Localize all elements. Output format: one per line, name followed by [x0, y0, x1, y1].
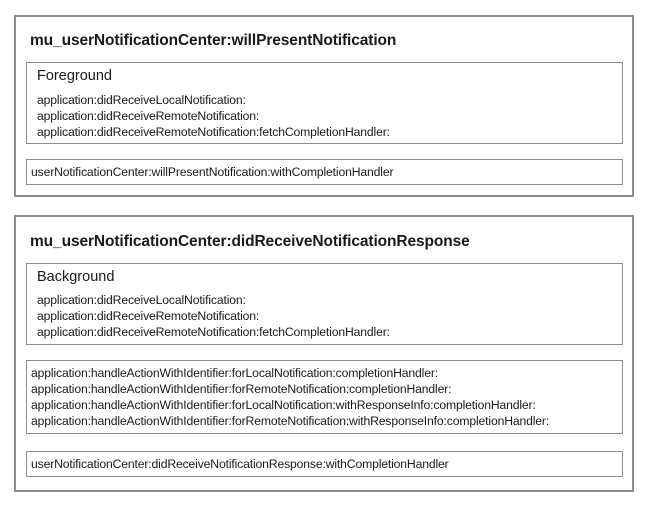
method-line: application:didReceiveRemoteNotification…	[37, 325, 390, 339]
did-receive-notification-response-panel: mu_userNotificationCenter:didReceiveNoti…	[14, 215, 634, 492]
background-box: Background application:didReceiveLocalNo…	[26, 263, 623, 345]
handle-action-method-list: application:handleActionWithIdentifier:f…	[31, 365, 549, 429]
foreground-heading: Foreground	[37, 68, 112, 84]
method-line: application:didReceiveRemoteNotification…	[37, 109, 260, 123]
background-method-list: application:didReceiveLocalNotification:…	[37, 292, 390, 340]
handle-action-box: application:handleActionWithIdentifier:f…	[26, 360, 623, 434]
method-line: application:handleActionWithIdentifier:f…	[31, 414, 550, 428]
method-line: application:handleActionWithIdentifier:f…	[31, 398, 536, 412]
method-line: application:handleActionWithIdentifier:f…	[31, 366, 438, 380]
method-line: application:didReceiveRemoteNotification…	[37, 309, 260, 323]
foreground-method-list: application:didReceiveLocalNotification:…	[37, 92, 390, 140]
method-line: application:handleActionWithIdentifier:f…	[31, 382, 452, 396]
handler-method-list: userNotificationCenter:didReceiveNotific…	[31, 456, 449, 472]
did-receive-handler-box: userNotificationCenter:didReceiveNotific…	[26, 451, 623, 477]
method-line: application:didReceiveLocalNotification:	[37, 293, 246, 307]
panel-title: mu_userNotificationCenter:willPresentNot…	[30, 32, 397, 49]
method-line: application:didReceiveLocalNotification:	[37, 93, 246, 107]
will-present-notification-panel: mu_userNotificationCenter:willPresentNot…	[14, 15, 634, 197]
will-present-handler-box: userNotificationCenter:willPresentNotifi…	[26, 159, 623, 185]
panel-title: mu_userNotificationCenter:didReceiveNoti…	[30, 233, 470, 250]
background-heading: Background	[37, 269, 115, 285]
foreground-box: Foreground application:didReceiveLocalNo…	[26, 62, 623, 144]
method-line: userNotificationCenter:didReceiveNotific…	[31, 457, 449, 471]
method-line: application:didReceiveRemoteNotification…	[37, 125, 390, 139]
method-line: userNotificationCenter:willPresentNotifi…	[31, 165, 394, 179]
handler-method-list: userNotificationCenter:willPresentNotifi…	[31, 164, 394, 180]
